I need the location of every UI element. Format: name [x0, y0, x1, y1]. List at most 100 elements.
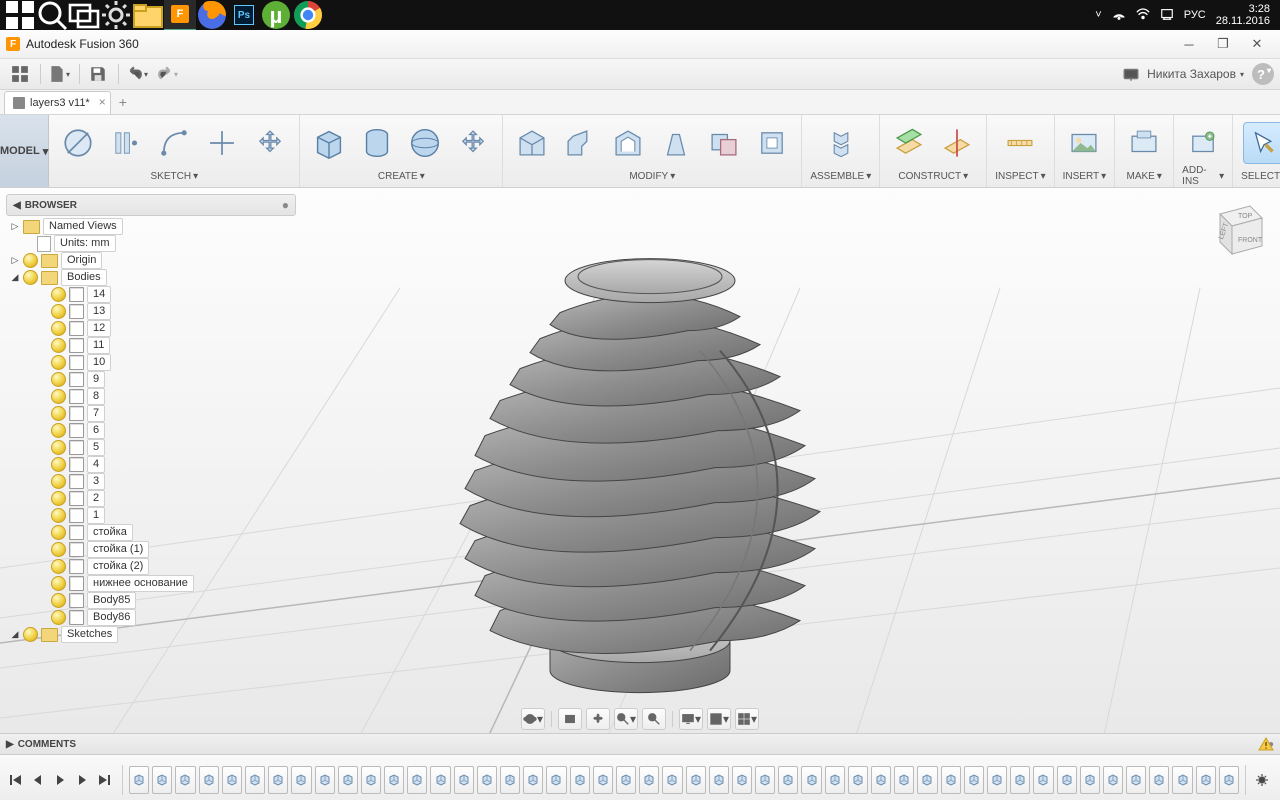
help-button[interactable]: ?▾: [1252, 63, 1274, 85]
close-button[interactable]: ✕: [1240, 33, 1274, 55]
timeline-feature[interactable]: [175, 766, 195, 794]
timeline-feature[interactable]: [917, 766, 937, 794]
visibility-bulb-icon[interactable]: [23, 627, 38, 642]
pan-button[interactable]: [586, 708, 610, 730]
timeline-feature[interactable]: [639, 766, 659, 794]
undo-button[interactable]: ▾: [123, 62, 151, 86]
expand-icon[interactable]: ◢: [10, 630, 20, 640]
sketch-line-button[interactable]: [105, 122, 147, 164]
visibility-bulb-icon[interactable]: [51, 440, 66, 455]
visibility-bulb-icon[interactable]: [51, 593, 66, 608]
fusion-task-icon[interactable]: F: [164, 0, 196, 31]
tree-row[interactable]: ▷Named Views: [6, 218, 296, 235]
display-settings-button[interactable]: ▾: [679, 708, 703, 730]
tree-row[interactable]: 2: [6, 490, 296, 507]
timeline-feature[interactable]: [338, 766, 358, 794]
visibility-bulb-icon[interactable]: [51, 423, 66, 438]
timeline-feature[interactable]: [848, 766, 868, 794]
zoom-button[interactable]: ▾: [614, 708, 638, 730]
photoshop-icon[interactable]: Ps: [228, 0, 260, 30]
tree-row[interactable]: стойка: [6, 524, 296, 541]
create-cylinder-button[interactable]: [356, 122, 398, 164]
visibility-bulb-icon[interactable]: [51, 542, 66, 557]
timeline-feature[interactable]: [500, 766, 520, 794]
timeline-feature[interactable]: [245, 766, 265, 794]
settings-icon[interactable]: [100, 0, 132, 30]
comments-bar[interactable]: ▶ COMMENTS ●: [0, 733, 1280, 754]
timeline-feature[interactable]: [454, 766, 474, 794]
timeline-feature[interactable]: [291, 766, 311, 794]
assemble-button[interactable]: [820, 122, 862, 164]
timeline-feature[interactable]: [152, 766, 172, 794]
timeline-feature[interactable]: [384, 766, 404, 794]
timeline-feature[interactable]: [477, 766, 497, 794]
redo-button[interactable]: ▾: [153, 62, 181, 86]
tree-row[interactable]: 1: [6, 507, 296, 524]
data-panel-button[interactable]: [6, 62, 34, 86]
tree-row[interactable]: нижнее основание: [6, 575, 296, 592]
modify-align-button[interactable]: [751, 122, 793, 164]
tray-up-icon[interactable]: ˅: [1095, 9, 1101, 21]
modify-chamfer-button[interactable]: [559, 122, 601, 164]
file-menu-button[interactable]: ▾: [45, 62, 73, 86]
visibility-bulb-icon[interactable]: [51, 287, 66, 302]
visibility-bulb-icon[interactable]: [51, 457, 66, 472]
tree-row[interactable]: ▷Origin: [6, 252, 296, 269]
save-button[interactable]: [84, 62, 112, 86]
tree-row[interactable]: ◢Bodies: [6, 269, 296, 286]
lookat-button[interactable]: [558, 708, 582, 730]
tray-language[interactable]: РУС: [1184, 9, 1206, 21]
timeline-end-button[interactable]: [94, 770, 114, 790]
modify-fillet-button[interactable]: [511, 122, 553, 164]
expand-icon[interactable]: ◢: [10, 273, 20, 283]
expand-icon[interactable]: ▷: [10, 256, 20, 266]
visibility-bulb-icon[interactable]: [51, 525, 66, 540]
tree-row[interactable]: Body86: [6, 609, 296, 626]
timeline-feature[interactable]: [1103, 766, 1123, 794]
timeline-feature[interactable]: [1033, 766, 1053, 794]
tree-row[interactable]: 8: [6, 388, 296, 405]
timeline-feature[interactable]: [361, 766, 381, 794]
viewport[interactable]: TOP LEFT FRONT ◀ BROWSER ● ▷Named ViewsU…: [0, 188, 1280, 754]
timeline-feature[interactable]: [1219, 766, 1239, 794]
start-button[interactable]: [4, 0, 36, 30]
sketch-create-button[interactable]: [57, 122, 99, 164]
timeline-feature[interactable]: [941, 766, 961, 794]
viewport-layout-button[interactable]: ▾: [735, 708, 759, 730]
fit-button[interactable]: [642, 708, 666, 730]
visibility-bulb-icon[interactable]: [51, 355, 66, 370]
timeline-feature[interactable]: [1196, 766, 1216, 794]
timeline-feature[interactable]: [871, 766, 891, 794]
timeline-feature[interactable]: [430, 766, 450, 794]
create-sphere-button[interactable]: [404, 122, 446, 164]
timeline-feature[interactable]: [1080, 766, 1100, 794]
timeline-feature[interactable]: [199, 766, 219, 794]
timeline-feature[interactable]: [778, 766, 798, 794]
tray-notification-icon[interactable]: [1160, 7, 1174, 24]
firefox-icon[interactable]: [196, 0, 228, 30]
create-box-button[interactable]: [308, 122, 350, 164]
chrome-icon[interactable]: [292, 0, 324, 30]
timeline-feature[interactable]: [523, 766, 543, 794]
timeline-feature[interactable]: [825, 766, 845, 794]
tree-row[interactable]: 10: [6, 354, 296, 371]
visibility-bulb-icon[interactable]: [23, 270, 38, 285]
tree-row[interactable]: 14: [6, 286, 296, 303]
modify-combine-button[interactable]: [703, 122, 745, 164]
tree-row[interactable]: стойка (1): [6, 541, 296, 558]
timeline-feature[interactable]: [129, 766, 149, 794]
visibility-bulb-icon[interactable]: [51, 610, 66, 625]
tree-row[interactable]: 7: [6, 405, 296, 422]
timeline-play-button[interactable]: [50, 770, 70, 790]
grid-settings-button[interactable]: ▾: [707, 708, 731, 730]
create-move-button[interactable]: [452, 122, 494, 164]
timeline-settings-button[interactable]: [1252, 770, 1272, 790]
utorrent-icon[interactable]: µ: [260, 0, 292, 30]
search-icon[interactable]: [36, 0, 68, 30]
tray-clock[interactable]: 3:28 28.11.2016: [1216, 3, 1276, 27]
timeline-feature[interactable]: [964, 766, 984, 794]
timeline-feature[interactable]: [1172, 766, 1192, 794]
visibility-bulb-icon[interactable]: [51, 304, 66, 319]
model-3d[interactable]: [380, 201, 900, 721]
modify-shell-button[interactable]: [607, 122, 649, 164]
